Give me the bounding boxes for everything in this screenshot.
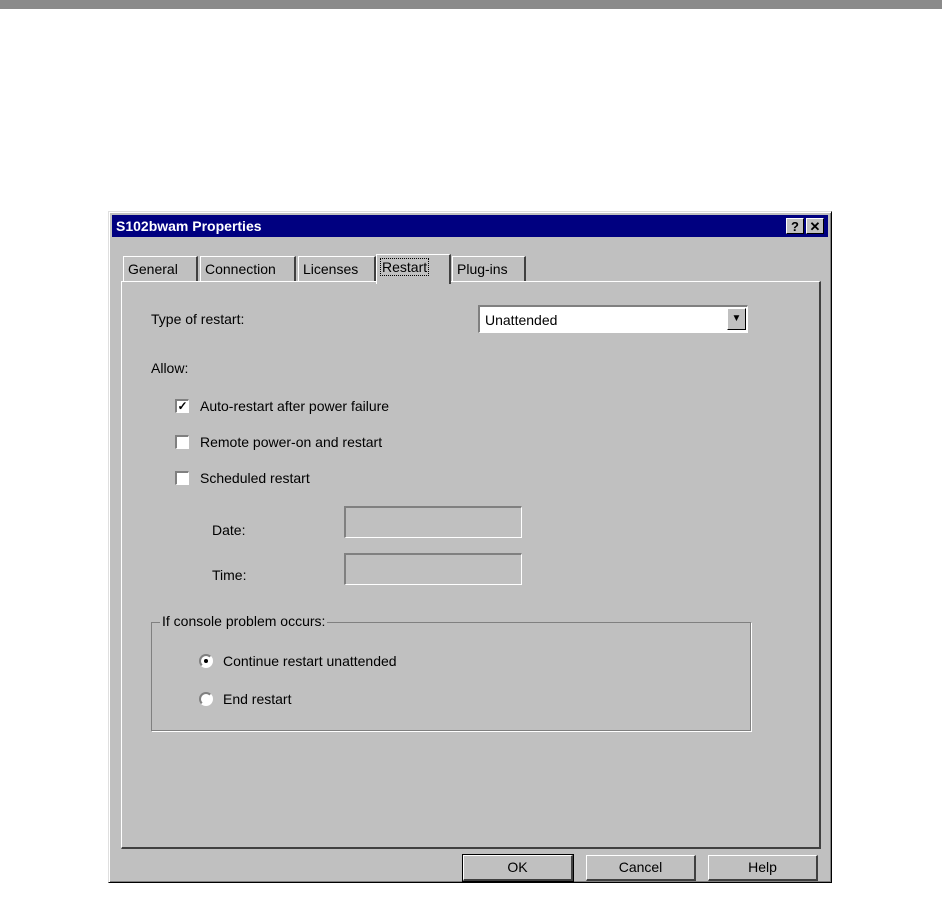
auto-restart-checkbox[interactable]: ✓ [175,399,189,413]
auto-restart-label: Auto-restart after power failure [200,398,390,414]
help-button[interactable]: Help [708,855,818,881]
date-label: Date: [212,522,246,538]
restart-type-value: Unattended [485,312,558,328]
date-field[interactable] [344,506,522,538]
scheduled-restart-label: Scheduled restart [200,470,310,486]
end-restart-radio[interactable] [199,692,213,706]
cancel-button[interactable]: Cancel [586,855,696,881]
console-problem-group [151,622,751,731]
tab-general[interactable]: General [123,256,198,282]
remote-power-on-checkbox[interactable] [175,435,189,449]
chevron-down-icon[interactable]: ▼ [727,308,746,330]
remote-power-on-label: Remote power-on and restart [200,434,383,450]
restart-type-dropdown[interactable]: Unattended ▼ [478,305,748,333]
help-icon[interactable]: ? [786,218,804,234]
tab-restart[interactable]: Restart [376,254,451,284]
close-icon[interactable]: ✕ [806,218,824,234]
window-title: S102bwam Properties [116,218,262,234]
tab-licenses[interactable]: Licenses [298,256,376,282]
end-restart-label: End restart [223,691,292,707]
type-of-restart-label: Type of restart: [151,311,245,327]
title-bar: S102bwam Properties ? ✕ [112,215,828,237]
scheduled-restart-checkbox[interactable] [175,471,189,485]
tab-plug-ins[interactable]: Plug-ins [452,256,526,282]
allow-label: Allow: [151,360,189,376]
console-problem-legend: If console problem occurs: [160,613,328,629]
continue-restart-label: Continue restart unattended [223,653,397,669]
time-label: Time: [212,567,247,583]
page-top-bar [0,0,942,9]
ok-button[interactable]: OK [462,854,574,882]
time-field[interactable] [344,553,522,585]
tab-connection[interactable]: Connection [200,256,296,282]
continue-restart-radio[interactable] [199,654,213,668]
radio-selected-dot [204,659,208,663]
